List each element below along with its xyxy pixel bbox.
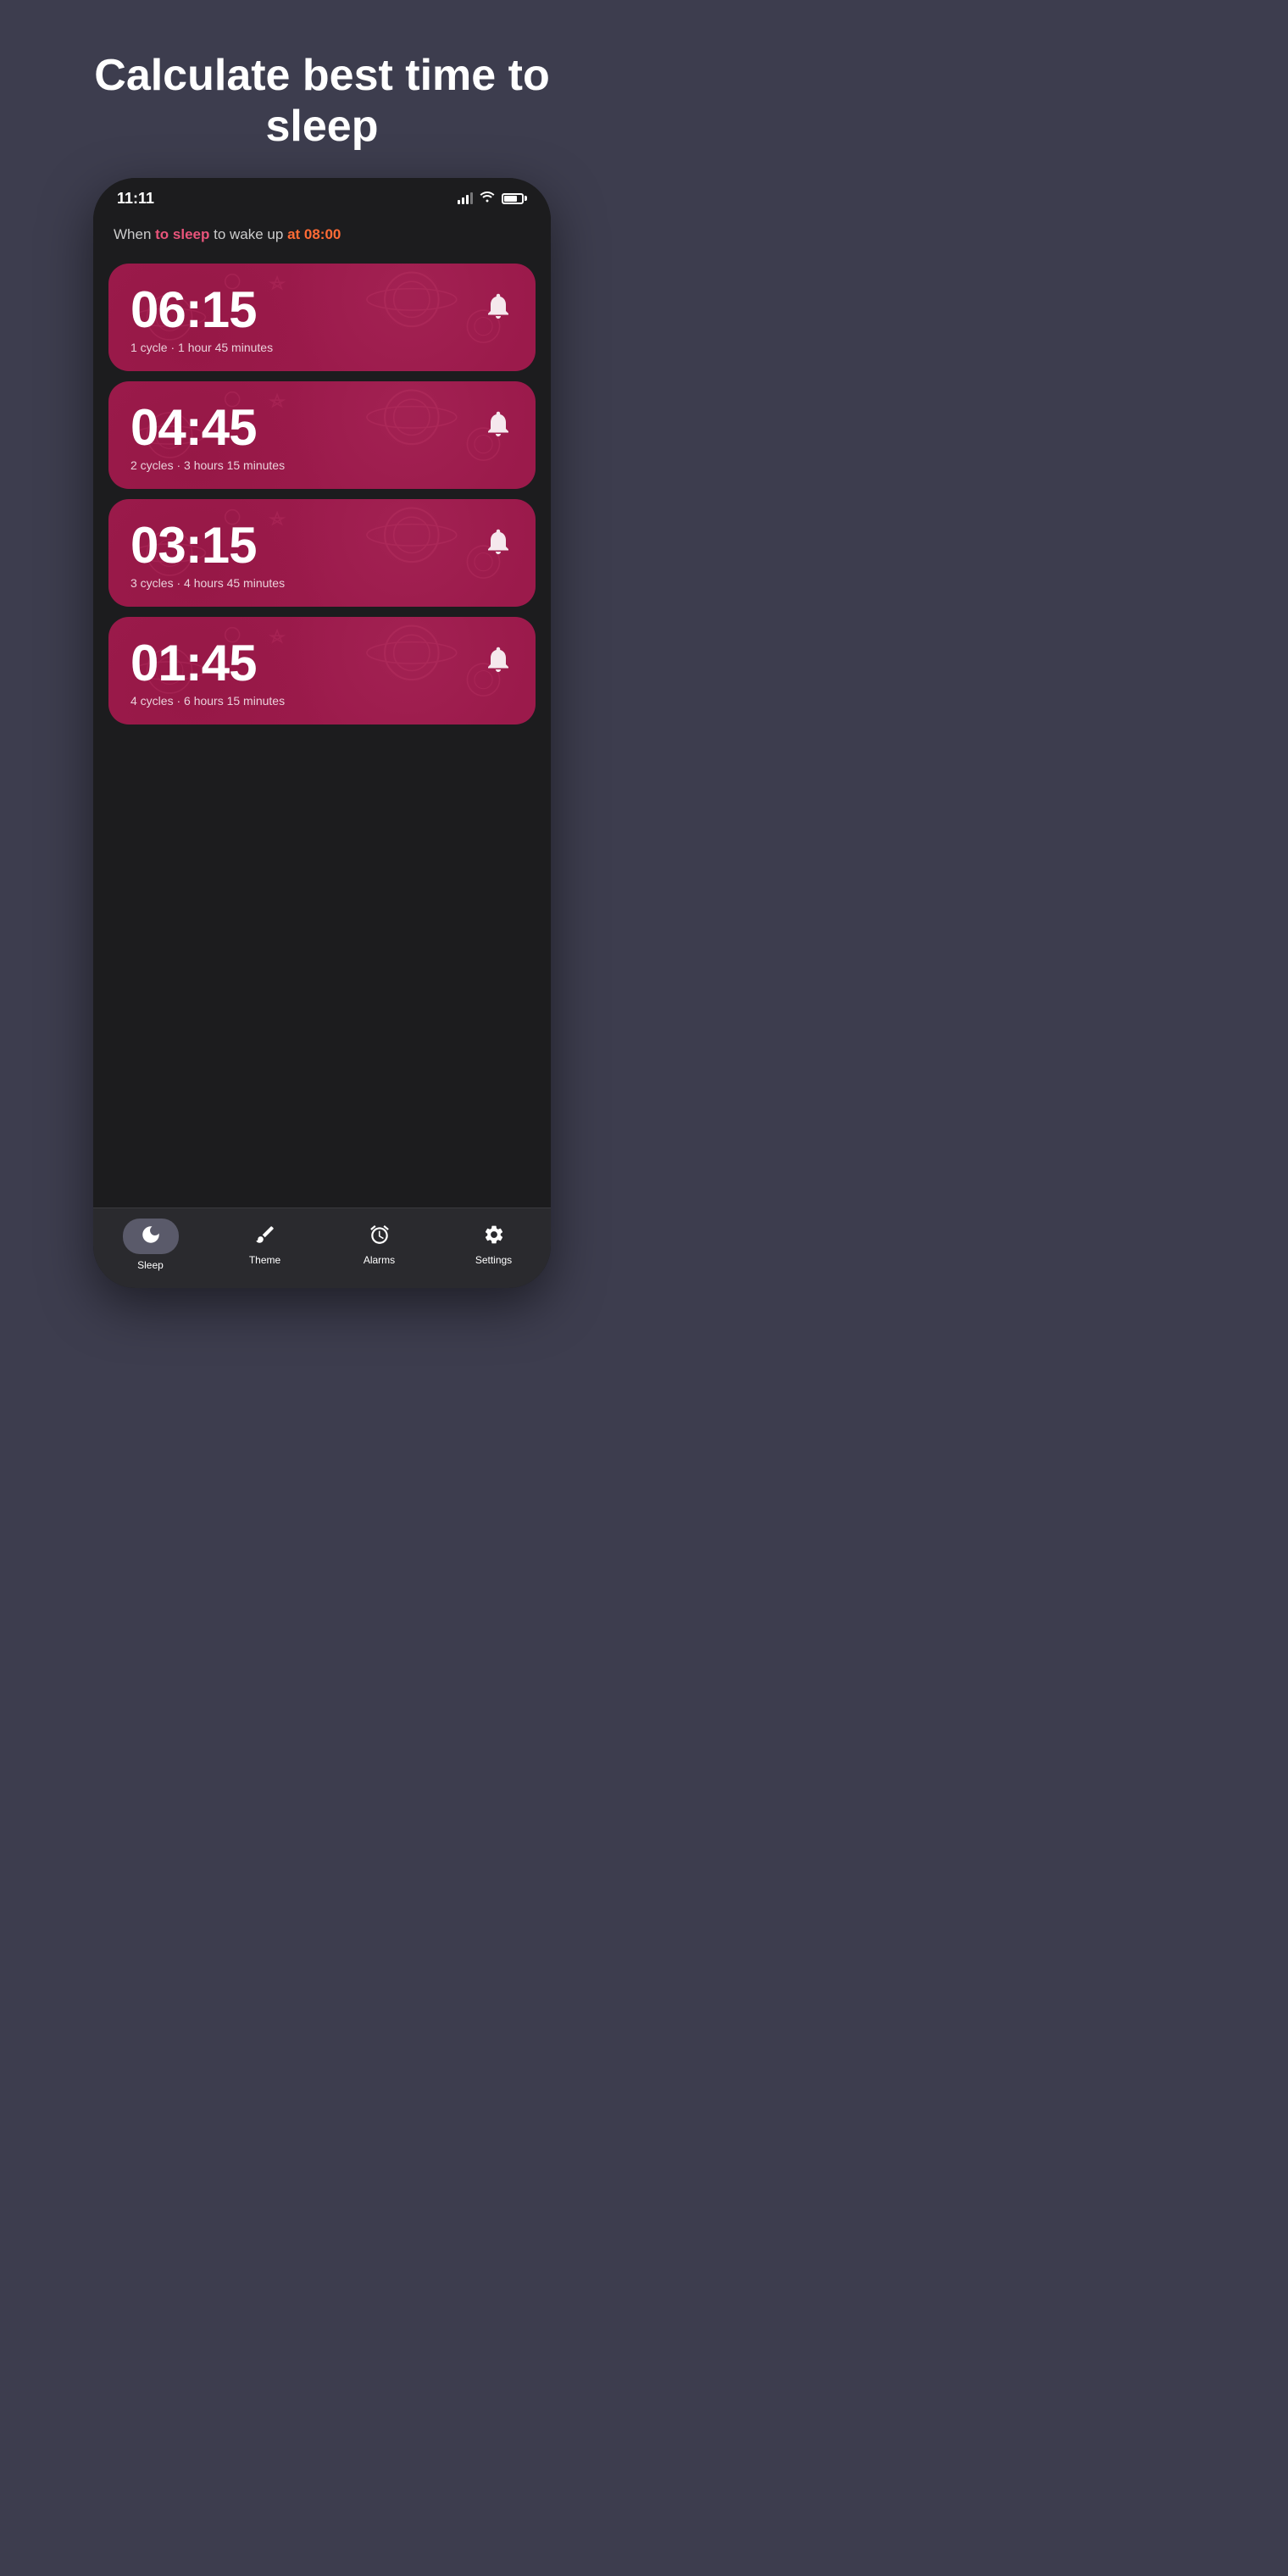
sleep-card-2[interactable]: 04:45 2 cycles · 3 hours 15 minutes [108,381,536,489]
card-bell-2 [483,408,514,447]
sleep-card-1[interactable]: 06:15 1 cycle · 1 hour 45 minutes [108,264,536,371]
card-bell-4 [483,644,514,682]
brush-icon [254,1224,276,1249]
sleep-card-3[interactable]: 03:15 3 cycles · 4 hours 45 minutes [108,499,536,607]
nav-item-theme[interactable]: Theme [208,1224,322,1266]
card-bell-3 [483,526,514,564]
moon-icon [140,1224,162,1249]
wifi-icon [480,191,495,207]
battery-icon [502,193,527,204]
nav-label-settings: Settings [475,1254,512,1266]
nav-icon-wrap-alarms [369,1224,391,1249]
card-time-4: 01:45 [130,634,256,692]
card-cycles-3: 3 cycles · 4 hours 45 minutes [130,576,514,590]
nav-label-theme: Theme [249,1254,280,1266]
cards-container: 06:15 1 cycle · 1 hour 45 minutes [93,257,551,1208]
nav-icon-wrap-theme [254,1224,276,1249]
subtitle-text: When to sleep to wake up at 08:00 [114,226,530,243]
alarm-icon [369,1224,391,1249]
card-time-3: 03:15 [130,516,256,575]
card-cycles-4: 4 cycles · 6 hours 15 minutes [130,694,514,708]
nav-item-alarms[interactable]: Alarms [322,1224,436,1266]
nav-icon-wrap-sleep [123,1219,179,1254]
gear-icon [483,1224,505,1249]
status-icons [458,191,527,207]
card-time-2: 04:45 [130,398,256,457]
card-cycles-1: 1 cycle · 1 hour 45 minutes [130,341,514,354]
card-bell-1 [483,291,514,329]
subtitle-bar: When to sleep to wake up at 08:00 [93,214,551,257]
status-time: 11:11 [117,190,154,208]
phone-frame: 11:11 When to sleep to wake up at 08:00 [93,178,551,1288]
bottom-nav: Sleep Theme Alarms [93,1208,551,1288]
page-title: Calculate best time to sleep [0,0,644,178]
nav-label-alarms: Alarms [364,1254,395,1266]
nav-icon-wrap-settings [483,1224,505,1249]
nav-item-settings[interactable]: Settings [436,1224,551,1266]
signal-icon [458,192,473,204]
nav-label-sleep: Sleep [137,1259,164,1271]
nav-item-sleep[interactable]: Sleep [93,1219,208,1271]
status-bar: 11:11 [93,178,551,214]
sleep-card-4[interactable]: 01:45 4 cycles · 6 hours 15 minutes [108,617,536,724]
card-cycles-2: 2 cycles · 3 hours 15 minutes [130,458,514,472]
card-time-1: 06:15 [130,280,256,339]
